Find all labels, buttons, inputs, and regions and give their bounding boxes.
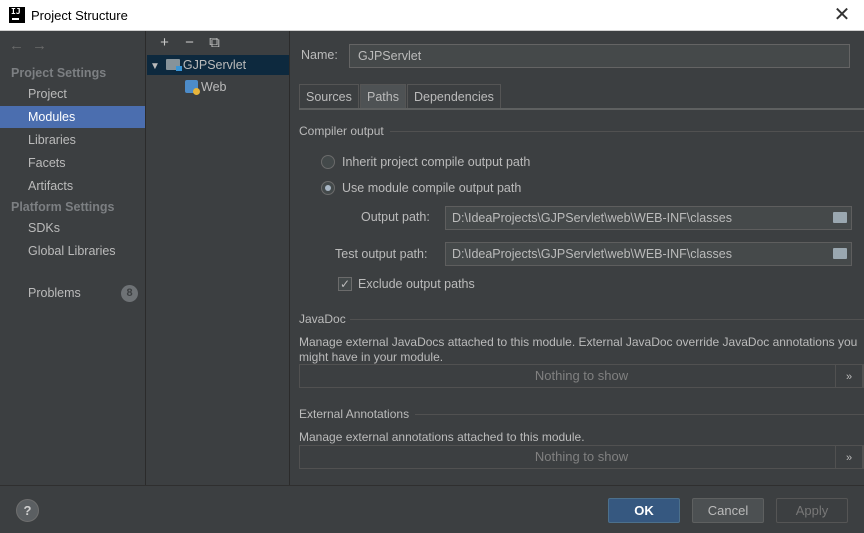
name-label: Name: xyxy=(301,48,338,62)
title-bar: IJ Project Structure ✕ xyxy=(0,0,864,31)
use-module-output-radio[interactable] xyxy=(321,181,335,195)
cancel-button[interactable]: Cancel xyxy=(692,498,764,523)
sidebar-item-modules[interactable]: Modules xyxy=(0,106,145,128)
dialog-footer: ? OK Cancel Apply xyxy=(0,485,864,533)
window-title: Project Structure xyxy=(31,8,128,23)
expand-icon[interactable]: » xyxy=(835,445,863,469)
browse-folder-icon[interactable] xyxy=(833,248,847,259)
javadoc-list[interactable]: Nothing to show » xyxy=(299,364,864,388)
history-navigation: ←→ xyxy=(9,37,55,54)
javadoc-empty-text: Nothing to show xyxy=(534,368,629,383)
settings-sidebar: ←→ Project Settings Project Modules Libr… xyxy=(0,31,146,485)
external-annotations-header: External Annotations xyxy=(299,407,410,421)
divider xyxy=(390,131,864,132)
module-tree-panel: + − ⧉ ▼ GJPServlet Web xyxy=(147,31,290,485)
back-arrow-icon[interactable]: ← xyxy=(9,37,32,54)
remove-icon[interactable]: − xyxy=(177,34,202,51)
tab-paths[interactable]: Paths xyxy=(360,84,406,109)
sidebar-item-project[interactable]: Project xyxy=(0,83,145,105)
collapse-arrow-icon[interactable]: ▼ xyxy=(150,61,160,72)
external-annotations-description: Manage external annotations attached to … xyxy=(299,430,585,444)
exclude-output-checkbox[interactable]: ✓ xyxy=(338,277,352,291)
test-output-path-value: D:\IdeaProjects\GJPServlet\web\WEB-INF\c… xyxy=(452,247,732,261)
apply-button[interactable]: Apply xyxy=(776,498,848,523)
output-path-value: D:\IdeaProjects\GJPServlet\web\WEB-INF\c… xyxy=(452,211,732,225)
close-icon[interactable]: ✕ xyxy=(830,3,854,27)
sidebar-item-artifacts[interactable]: Artifacts xyxy=(0,175,145,197)
sidebar-item-libraries[interactable]: Libraries xyxy=(0,129,145,151)
web-facet-icon xyxy=(185,80,200,95)
expand-icon[interactable]: » xyxy=(835,364,863,388)
output-path-field[interactable]: D:\IdeaProjects\GJPServlet\web\WEB-INF\c… xyxy=(445,206,852,230)
intellij-app-icon: IJ xyxy=(9,7,25,23)
tab-sources[interactable]: Sources xyxy=(299,84,359,109)
copy-icon[interactable]: ⧉ xyxy=(202,34,227,51)
javadoc-header: JavaDoc xyxy=(299,312,346,326)
forward-arrow-icon[interactable]: → xyxy=(32,37,55,54)
module-name: GJPServlet xyxy=(182,58,247,72)
divider xyxy=(350,319,864,320)
test-output-path-label: Test output path: xyxy=(335,247,428,261)
ok-button[interactable]: OK xyxy=(608,498,680,523)
facet-name: Web xyxy=(201,80,227,94)
tab-dependencies[interactable]: Dependencies xyxy=(407,84,501,109)
external-annotations-list[interactable]: Nothing to show » xyxy=(299,445,864,469)
compiler-output-header: Compiler output xyxy=(299,124,384,138)
tree-node-module[interactable]: ▼ GJPServlet xyxy=(147,55,289,75)
use-module-output-label[interactable]: Use module compile output path xyxy=(342,181,521,195)
problems-label: Problems xyxy=(28,286,81,300)
module-settings-panel: Name: GJPServlet Sources Paths Dependenc… xyxy=(291,31,864,485)
test-output-path-field[interactable]: D:\IdeaProjects\GJPServlet\web\WEB-INF\c… xyxy=(445,242,852,266)
tree-node-web-facet[interactable]: Web xyxy=(185,77,226,97)
external-annotations-empty-text: Nothing to show xyxy=(534,449,629,464)
help-icon[interactable]: ? xyxy=(16,499,39,522)
sidebar-item-global-libraries[interactable]: Global Libraries xyxy=(0,240,145,262)
tree-toolbar: + − ⧉ xyxy=(152,34,227,51)
sidebar-item-problems[interactable]: Problems 8 xyxy=(0,282,145,304)
project-settings-header: Project Settings xyxy=(11,66,107,80)
sidebar-item-sdks[interactable]: SDKs xyxy=(0,217,145,239)
platform-settings-header: Platform Settings xyxy=(11,200,115,214)
module-folder-icon xyxy=(165,59,182,71)
divider xyxy=(415,414,864,415)
javadoc-description: Manage external JavaDocs attached to thi… xyxy=(299,335,858,364)
browse-folder-icon[interactable] xyxy=(833,212,847,223)
module-name-field[interactable]: GJPServlet xyxy=(349,44,850,68)
sidebar-item-facets[interactable]: Facets xyxy=(0,152,145,174)
exclude-output-label[interactable]: Exclude output paths xyxy=(358,277,475,291)
add-icon[interactable]: + xyxy=(152,34,177,51)
output-path-label: Output path: xyxy=(361,210,430,224)
tabs-underline xyxy=(299,108,864,110)
problems-count-badge: 8 xyxy=(121,285,138,302)
inherit-output-radio[interactable] xyxy=(321,155,335,169)
inherit-output-label[interactable]: Inherit project compile output path xyxy=(342,155,530,169)
